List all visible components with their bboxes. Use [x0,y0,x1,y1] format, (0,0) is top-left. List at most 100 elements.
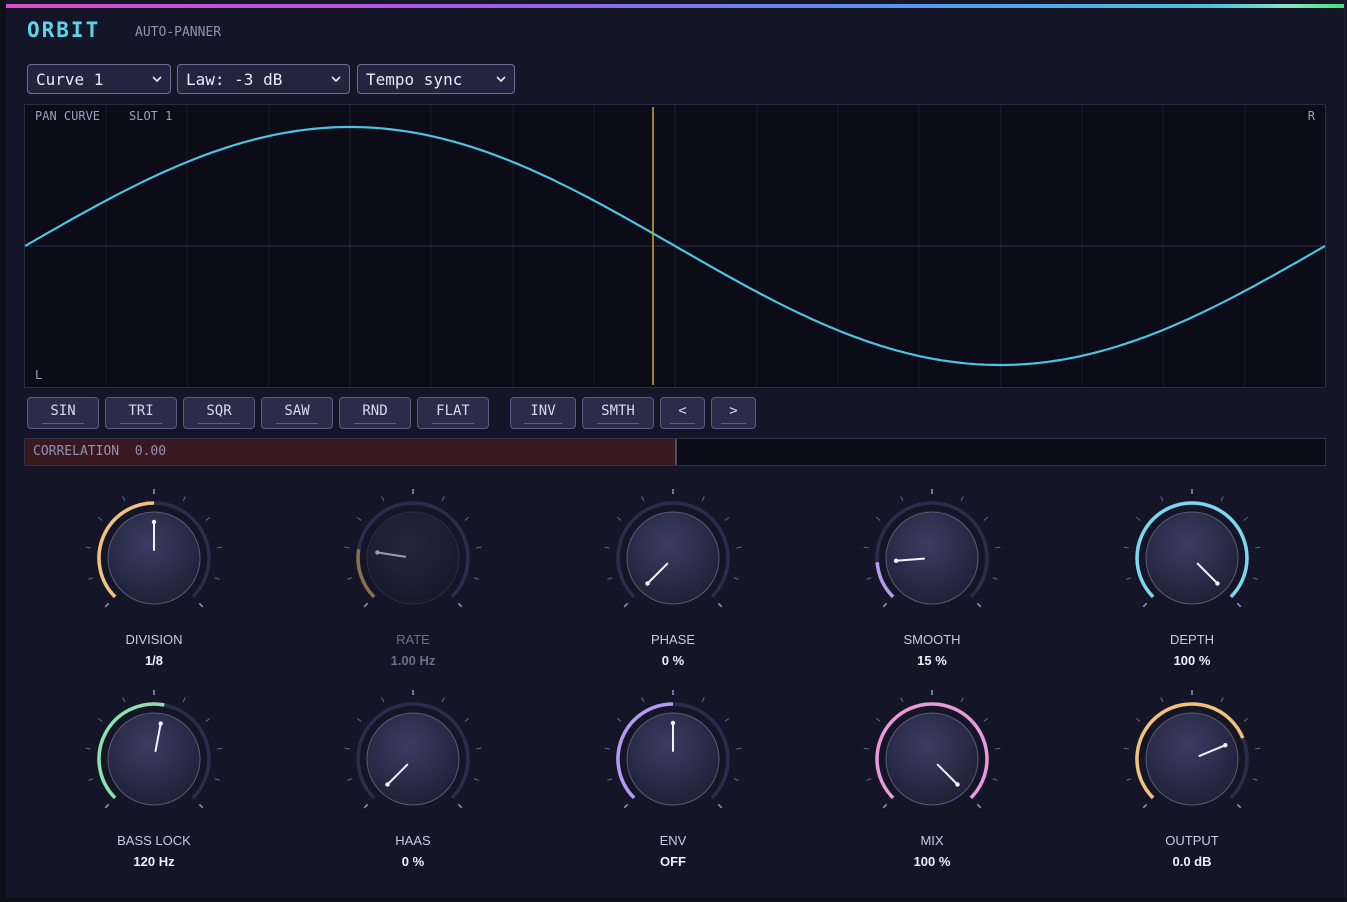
knob-tick [473,778,479,781]
mix-knob[interactable]: MIX 100 % [832,681,1032,881]
law-select[interactable]: Law: -3 dB [177,64,350,94]
curve-select[interactable]: Curve 1 [27,64,171,94]
knob-tick [1142,602,1148,608]
knob-pointer-tip [670,720,676,726]
knob-value: 120 Hz [133,854,175,869]
knob-value: 100 % [913,854,951,869]
shape-sin-button[interactable]: SIN [27,397,99,429]
knob-dial[interactable] [54,681,254,821]
knob-tick [607,778,613,781]
button-label: < [678,402,687,419]
knob-pointer-tip [1215,581,1220,586]
correlation-label: CORRELATION 0.00 [33,444,166,459]
output-knob[interactable]: OUTPUT 0.0 dB [1092,681,1292,881]
knob-pointer-tip [955,782,960,787]
knob-pointer-tip [1223,743,1228,748]
knob-tick [97,717,103,722]
knob-tick [604,546,610,549]
knob-tick [1160,697,1164,703]
shape-tri-button[interactable]: TRI [105,397,177,429]
knob-tick [641,496,645,502]
knob-dial[interactable] [1092,681,1292,821]
knob-tick [736,546,742,549]
knob-pointer-tip [151,519,157,525]
smooth-knob[interactable]: SMOOTH 15 % [832,480,1032,680]
shape-flat-button[interactable]: FLAT [417,397,489,429]
knob-dial[interactable] [573,480,773,620]
knob-tick [983,516,989,521]
knob-tick [1252,778,1258,781]
knob-label: HAAS [395,833,431,848]
depth-knob[interactable]: DEPTH 100 % [1092,480,1292,680]
knob-pointer-tip [645,581,650,586]
division-knob[interactable]: DIVISION 1/8 [54,480,254,680]
next-curve-button[interactable]: > [711,397,756,429]
knob-tick [464,516,470,521]
knob-tick [1255,546,1261,549]
pan-curve-display[interactable]: PAN CURVE SLOT 1 R L [24,104,1326,388]
rate-knob[interactable]: RATE 1.00 Hz [313,480,513,680]
button-label: SIN [50,402,76,419]
knob-tick [363,602,369,608]
pan-curve-graph[interactable] [25,105,1325,387]
shape-sqr-button[interactable]: SQR [183,397,255,429]
knob-tick [198,803,204,809]
knob-pointer-tip [158,721,163,726]
knob-dial[interactable] [313,681,513,821]
knob-tick [1142,803,1148,809]
knob-dial[interactable] [1092,480,1292,620]
knob-tick [347,577,353,580]
shape-saw-button[interactable]: SAW [261,397,333,429]
knob-dial[interactable] [313,480,513,620]
knob-tick [1135,516,1141,521]
knob-tick [205,717,211,722]
knob-tick [1123,546,1129,549]
button-underline [523,422,563,424]
smooth-button[interactable]: SMTH [582,397,654,429]
knob-dial[interactable] [573,681,773,821]
shape-rnd-button[interactable]: RND [339,397,411,429]
knob-tick [122,697,126,703]
knob-tick [1255,747,1261,750]
knob-tick [623,602,629,608]
law-select-label: Law: -3 dB [186,69,283,89]
knob-label: MIX [920,833,944,848]
knob-tick [866,577,872,580]
env-knob[interactable]: ENV OFF [573,681,773,881]
button-underline [432,422,474,424]
knob-tick [198,602,204,608]
knob-pointer-tip [375,550,380,555]
knob-tick [623,803,629,809]
knob-dial[interactable] [832,480,1032,620]
button-label: SQR [206,402,232,419]
app-subtitle: AUTO-PANNER [135,25,222,40]
knob-tick [882,803,888,809]
invert-button[interactable]: INV [510,397,576,429]
knob-tick [205,516,211,521]
knob-dial[interactable] [832,681,1032,821]
pan-curve-caption: PAN CURVE [35,109,101,123]
button-underline [669,422,696,424]
haas-knob[interactable]: HAAS 0 % [313,681,513,881]
prev-curve-button[interactable]: < [660,397,705,429]
knob-dial[interactable] [54,480,254,620]
button-label: TRI [128,402,154,419]
phase-knob[interactable]: PHASE 0 % [573,480,773,680]
knob-tick [604,747,610,750]
correlation-meter: CORRELATION 0.00 [24,438,1326,466]
bass-lock-knob[interactable]: BASS LOCK 120 Hz [54,681,254,881]
knob-value: 15 % [917,653,947,668]
button-underline [354,422,396,424]
sync-select[interactable]: Tempo sync [357,64,515,94]
knob-tick [473,577,479,580]
knob-tick [900,496,904,502]
button-label: INV [530,402,556,419]
accent-bar [6,4,1344,8]
button-label: SMTH [601,402,635,419]
knob-tick [875,717,881,722]
button-label: FLAT [436,402,470,419]
knob-label: DIVISION [125,632,183,647]
knob-tick [616,516,622,521]
knob-tick [85,546,91,549]
knob-body [626,511,720,605]
